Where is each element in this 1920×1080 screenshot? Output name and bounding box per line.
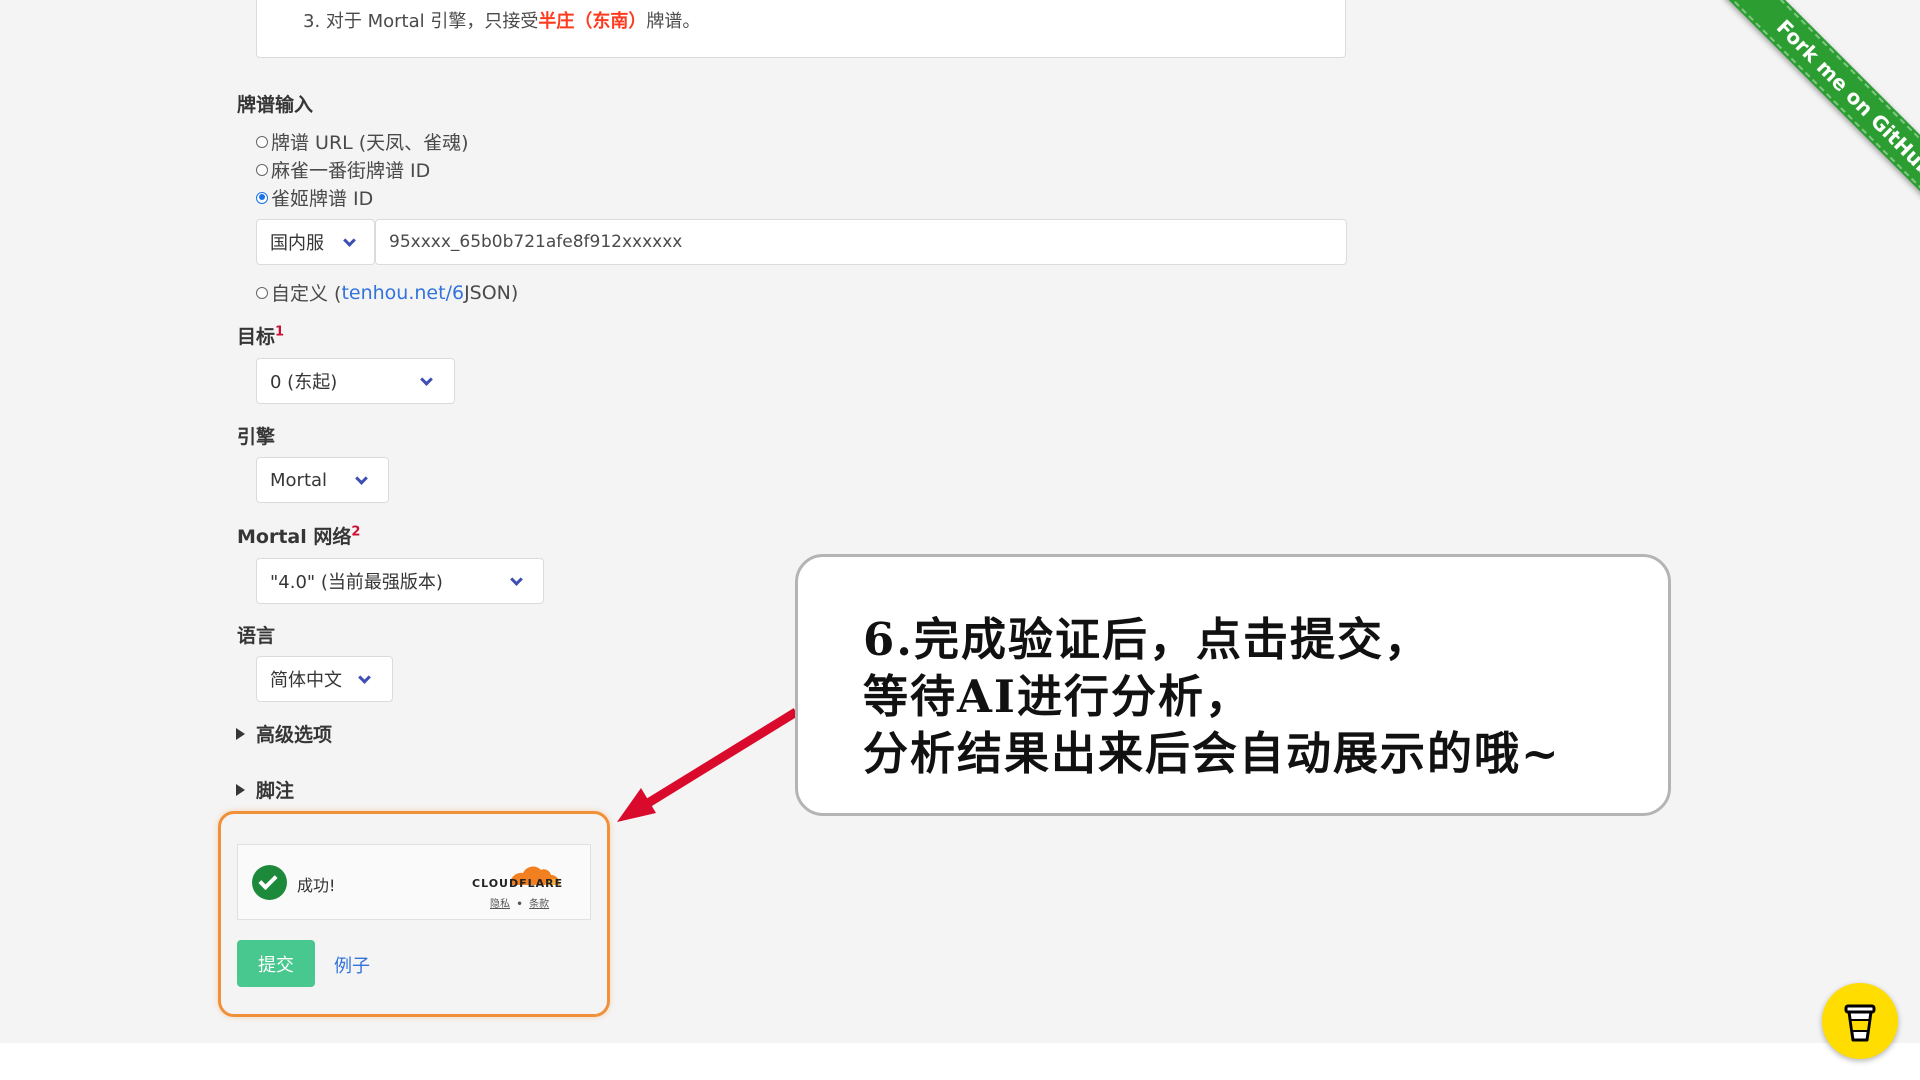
- network-select-value: "4.0" (当前最强版本): [270, 572, 443, 593]
- network-select[interactable]: "4.0" (当前最强版本): [256, 558, 544, 604]
- instruction-callout: 6.完成验证后，点击提交， 等待AI进行分析， 分析结果出来后会自动展示的哦~: [795, 554, 1671, 816]
- radio-button-checked[interactable]: [256, 191, 268, 204]
- turnstile-links: 隐私 • 条款: [490, 895, 549, 910]
- callout-line-1: 6.完成验证后，点击提交，: [863, 613, 1431, 666]
- notice-text: 3. 对于 Mortal 引擎，只接受: [303, 11, 539, 32]
- server-select-value: 国内服: [270, 233, 324, 254]
- radio-paipu-url[interactable]: 牌谱 URL (天凤、雀魂): [256, 128, 469, 155]
- paipu-id-value: 95xxxx_65b0b721afe8f912xxxxxx: [389, 232, 683, 252]
- buy-me-coffee-button[interactable]: [1822, 983, 1898, 1059]
- footnotes-label: 脚注: [256, 780, 295, 802]
- language-select-value: 简体中文: [270, 670, 342, 691]
- fork-github-ribbon[interactable]: Fork me on GitHub: [1724, 0, 1920, 229]
- notice-highlight: 半庄（东南）: [538, 11, 647, 32]
- submit-button[interactable]: 提交: [237, 940, 315, 987]
- network-label-text: Mortal 网络: [237, 526, 352, 548]
- target-footnote-ref[interactable]: 1: [275, 325, 284, 340]
- page: 3. 对于 Mortal 引擎，只接受半庄（东南）牌谱。 牌谱输入 牌谱 URL…: [0, 0, 1920, 1043]
- notice-card: 3. 对于 Mortal 引擎，只接受半庄（东南）牌谱。: [256, 0, 1346, 58]
- radio-label: 麻雀一番街牌谱 ID: [271, 160, 431, 182]
- cloudflare-turnstile[interactable]: 成功! CLOUDFLARE 隐私 • 条款: [237, 844, 591, 920]
- turnstile-status: 成功!: [297, 876, 336, 895]
- network-label: Mortal 网络2: [237, 522, 360, 549]
- radio-riichi-city-id[interactable]: 麻雀一番街牌谱 ID: [256, 156, 430, 183]
- engine-select-value: Mortal: [270, 469, 328, 491]
- callout-line-3: 分析结果出来后会自动展示的哦~: [863, 727, 1561, 780]
- success-check-icon: [252, 865, 287, 900]
- example-link[interactable]: 例子: [334, 952, 370, 978]
- disclosure-triangle-icon: [236, 783, 245, 796]
- chevron-down-icon: [510, 573, 523, 586]
- network-footnote-ref[interactable]: 2: [351, 525, 360, 540]
- radio-custom-json[interactable]: 自定义 (tenhou.net/6 JSON): [256, 279, 518, 306]
- advanced-options-toggle[interactable]: 高级选项: [236, 720, 332, 747]
- radio-label: 牌谱 URL (天凤、雀魂): [271, 132, 469, 154]
- radio-label-end: JSON): [464, 281, 519, 304]
- disclosure-triangle-icon: [236, 727, 245, 740]
- chevron-down-icon: [355, 472, 368, 485]
- notice-line: 3. 对于 Mortal 引擎，只接受半庄（东南）牌谱。: [303, 7, 700, 33]
- language-select[interactable]: 简体中文: [256, 656, 393, 702]
- annotation-arrow-icon: [617, 708, 799, 822]
- target-select[interactable]: 0 (东起): [256, 358, 455, 404]
- callout-line-2: 等待AI进行分析，: [863, 670, 1252, 723]
- footer-band: [0, 1043, 1920, 1080]
- radio-button[interactable]: [256, 163, 268, 176]
- chevron-down-icon: [420, 373, 433, 386]
- advanced-options-label: 高级选项: [256, 724, 333, 746]
- tenhou-link[interactable]: tenhou.net/6: [341, 282, 464, 304]
- engine-select[interactable]: Mortal: [256, 457, 389, 503]
- language-label: 语言: [237, 625, 276, 647]
- server-select[interactable]: 国内服: [256, 219, 375, 265]
- link-separator: •: [516, 899, 523, 910]
- github-ribbon-container: Fork me on GitHub: [1700, 0, 1920, 240]
- notice-text-end: 牌谱。: [646, 11, 701, 32]
- footnotes-toggle[interactable]: 脚注: [236, 776, 294, 803]
- privacy-link[interactable]: 隐私: [490, 899, 510, 910]
- target-label-text: 目标: [237, 326, 276, 348]
- target-select-value: 0 (东起): [270, 372, 338, 393]
- engine-label: 引擎: [237, 426, 276, 448]
- coffee-cup-icon: [1844, 1004, 1876, 1042]
- chevron-down-icon: [343, 234, 356, 247]
- radio-button[interactable]: [256, 286, 268, 299]
- radio-jakuhime-id[interactable]: 雀姬牌谱 ID: [256, 184, 373, 211]
- cloudflare-wordmark: CLOUDFLARE: [472, 877, 564, 890]
- radio-label: 自定义 (: [271, 283, 342, 305]
- paipu-input-label: 牌谱输入: [237, 94, 314, 116]
- radio-label: 雀姬牌谱 ID: [271, 188, 374, 210]
- chevron-down-icon: [358, 671, 371, 684]
- radio-button[interactable]: [256, 135, 268, 148]
- terms-link[interactable]: 条款: [529, 899, 549, 910]
- paipu-id-input[interactable]: 95xxxx_65b0b721afe8f912xxxxxx: [375, 219, 1347, 265]
- target-label: 目标1: [237, 322, 284, 349]
- check-mark: [258, 870, 278, 891]
